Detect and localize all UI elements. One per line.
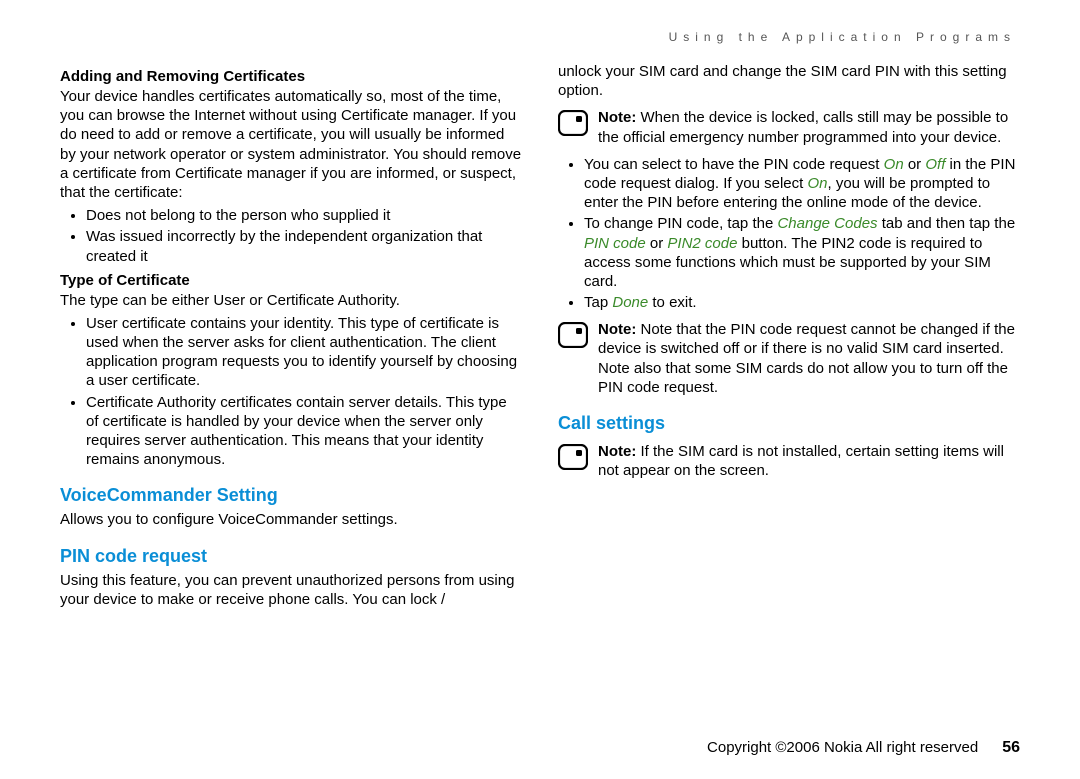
list-item: Does not belong to the person who suppli… (86, 206, 522, 225)
inline-on: On (884, 156, 904, 173)
note-label: Note: (598, 109, 636, 126)
bullet-list: You can select to have the PIN code requ… (558, 155, 1020, 313)
text-fragment: or (904, 156, 926, 173)
inline-done: Done (612, 294, 648, 311)
copyright-text: Copyright ©2006 Nokia All right reserved (707, 739, 978, 756)
inline-pin-code: PIN code (584, 235, 646, 252)
note-text: Note: If the SIM card is not installed, … (598, 442, 1020, 480)
text-fragment: Tap (584, 294, 612, 311)
note-text: Note: Note that the PIN code request can… (598, 320, 1020, 397)
note-icon (558, 322, 588, 353)
section-pin-code: PIN code request (60, 546, 522, 567)
paragraph: The type can be either User or Certifica… (60, 291, 522, 310)
list-item: You can select to have the PIN code requ… (584, 155, 1020, 213)
bullet-list: User certificate contains your identity.… (60, 314, 522, 470)
text-fragment: To change PIN code, tap the (584, 215, 777, 232)
paragraph: Using this feature, you can prevent unau… (60, 571, 522, 609)
note-body: Note that the PIN code request cannot be… (598, 321, 1015, 396)
text-fragment: to exit. (648, 294, 696, 311)
list-item: Was issued incorrectly by the independen… (86, 227, 522, 265)
page-number: 56 (1002, 739, 1020, 757)
inline-on: On (807, 175, 827, 192)
right-column: unlock your SIM card and change the SIM … (558, 62, 1020, 613)
paragraph: Your device handles certificates automat… (60, 87, 522, 202)
list-item: Tap Done to exit. (584, 293, 1020, 312)
note-text: Note: When the device is locked, calls s… (598, 108, 1020, 146)
paragraph: Allows you to configure VoiceCommander s… (60, 510, 522, 529)
footer: Copyright ©2006 Nokia All right reserved… (707, 739, 1020, 757)
subheading-type-cert: Type of Certificate (60, 272, 522, 289)
note-body: If the SIM card is not installed, certai… (598, 443, 1004, 479)
note-block: Note: When the device is locked, calls s… (558, 108, 1020, 146)
note-icon (558, 444, 588, 475)
note-icon (558, 110, 588, 141)
list-item: User certificate contains your identity.… (86, 314, 522, 391)
section-call-settings: Call settings (558, 413, 1020, 434)
note-block: Note: Note that the PIN code request can… (558, 320, 1020, 397)
paragraph: unlock your SIM card and change the SIM … (558, 62, 1020, 100)
two-column-layout: Adding and Removing Certificates Your de… (60, 62, 1020, 613)
note-block: Note: If the SIM card is not installed, … (558, 442, 1020, 480)
inline-off: Off (925, 156, 945, 173)
document-page: Using the Application Programs Adding an… (0, 0, 1080, 779)
list-item: To change PIN code, tap the Change Codes… (584, 214, 1020, 291)
list-item: Certificate Authority certificates conta… (86, 393, 522, 470)
running-header: Using the Application Programs (60, 30, 1020, 44)
bullet-list: Does not belong to the person who suppli… (60, 206, 522, 266)
text-fragment: tab and then tap the (878, 215, 1016, 232)
inline-change-codes: Change Codes (777, 215, 877, 232)
subheading-adding-removing: Adding and Removing Certificates (60, 68, 522, 85)
inline-pin2-code: PIN2 code (667, 235, 737, 252)
text-fragment: You can select to have the PIN code requ… (584, 156, 884, 173)
note-label: Note: (598, 321, 636, 338)
left-column: Adding and Removing Certificates Your de… (60, 62, 522, 613)
section-voicecommander: VoiceCommander Setting (60, 485, 522, 506)
text-fragment: or (646, 235, 668, 252)
note-body: When the device is locked, calls still m… (598, 109, 1008, 145)
note-label: Note: (598, 443, 636, 460)
